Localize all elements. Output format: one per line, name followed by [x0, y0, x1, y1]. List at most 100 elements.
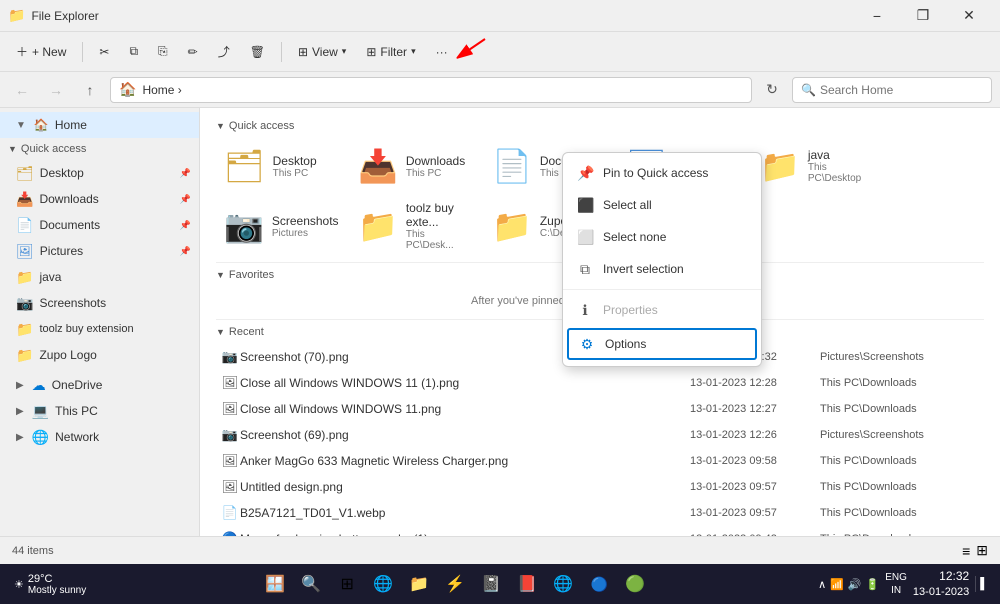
- filter-button[interactable]: ⊞ Filter ▾: [358, 37, 423, 67]
- language-indicator: ENG IN: [885, 571, 907, 597]
- sidebar-item-documents[interactable]: 📄 Documents 📌: [0, 212, 199, 238]
- weather-temp: 29°C: [28, 573, 86, 585]
- chevron-up-icon[interactable]: ∧: [818, 578, 826, 591]
- items-count: 44 items: [12, 545, 54, 557]
- pin-icon: 📌: [180, 246, 191, 257]
- sidebar-item-toolz[interactable]: 📁 toolz buy extension: [0, 316, 199, 342]
- list-item[interactable]: 📄 B25A7121_TD01_V1.webp 13-01-2023 09:57…: [216, 500, 984, 526]
- taskbar-right: ∧ 📶 🔊 🔋 ENG IN 12:32 13-01-2023 ▌: [818, 568, 992, 600]
- menu-label: Select all: [603, 198, 652, 212]
- view-grid-button[interactable]: ⊞: [976, 542, 988, 559]
- tile-desktop[interactable]: 🗂 Desktop This PC: [216, 138, 346, 194]
- taskbar: ☀ 29°C Mostly sunny 🪟 🔍 ⊞ 🌐 📁 ⚡ 📓 📕 🌐 🔵 …: [0, 564, 1000, 604]
- tile-icon: 📄: [492, 147, 532, 185]
- list-item[interactable]: 🔵 Magsafe charging battery packs (1).png…: [216, 526, 984, 536]
- sidebar-item-desktop[interactable]: 🗂 Desktop 📌: [0, 160, 199, 186]
- list-item[interactable]: 🖼 Anker MagGo 633 Magnetic Wireless Char…: [216, 448, 984, 474]
- folder-icon: 📁: [16, 347, 33, 364]
- item-label: toolz buy extension: [39, 323, 133, 335]
- tile-icon: 📷: [224, 207, 264, 245]
- up-button[interactable]: ↑: [76, 76, 104, 104]
- menu-item-options[interactable]: ⚙Options: [567, 328, 757, 360]
- weather-desc: Mostly sunny: [28, 585, 86, 596]
- minimize-button[interactable]: −: [854, 0, 900, 32]
- tile-name: java: [808, 148, 874, 162]
- sidebar-home-label: Home: [55, 118, 87, 132]
- menu-divider: [563, 289, 761, 290]
- search-button[interactable]: 🔍: [296, 569, 326, 599]
- filter-chevron: ▾: [411, 46, 416, 57]
- rename-button[interactable]: ✏: [180, 37, 206, 67]
- file-date: 13-01-2023 09:57: [690, 481, 820, 493]
- forward-button[interactable]: →: [42, 76, 70, 104]
- pin-icon: 📌: [180, 194, 191, 205]
- address-text: Home ›: [142, 83, 181, 97]
- list-item[interactable]: 🖼 Untitled design.png 13-01-2023 09:57 T…: [216, 474, 984, 500]
- menu-item-pin[interactable]: 📌Pin to Quick access: [563, 157, 761, 189]
- folder-icon: 📷: [16, 295, 33, 312]
- menu-item-invert[interactable]: ⧉Invert selection: [563, 253, 761, 285]
- sidebar-item-onedrive[interactable]: ▶ ☁ OneDrive: [0, 372, 199, 398]
- view-button[interactable]: ⊞ View ▾: [290, 37, 354, 67]
- notion-icon[interactable]: 📓: [476, 569, 506, 599]
- search-icon: 🔍: [801, 83, 816, 97]
- sidebar-item-downloads[interactable]: 📥 Downloads 📌: [0, 186, 199, 212]
- menu-label: Invert selection: [603, 262, 684, 276]
- item-label: Zupo Logo: [39, 348, 96, 362]
- menu-label: Select none: [603, 230, 666, 244]
- sidebar-item-zupo[interactable]: 📁 Zupo Logo: [0, 342, 199, 368]
- weather-widget[interactable]: ☀ 29°C Mostly sunny: [8, 573, 92, 596]
- menu-icon: ℹ: [577, 302, 593, 319]
- list-item[interactable]: 📷 Screenshot (69).png 13-01-2023 12:26 P…: [216, 422, 984, 448]
- view-chevron: ▾: [342, 46, 347, 57]
- maximize-button[interactable]: ❐: [900, 0, 946, 32]
- address-path[interactable]: 🏠 Home ›: [110, 77, 752, 103]
- tile-icon: 📁: [358, 207, 398, 245]
- sidebar-item-pictures[interactable]: 🖼 Pictures 📌: [0, 238, 199, 264]
- sidebar-item-java[interactable]: 📁 java: [0, 264, 199, 290]
- bolt-icon[interactable]: ⚡: [440, 569, 470, 599]
- copy-button[interactable]: ⧉: [121, 37, 146, 67]
- menu-icon: ⬜: [577, 229, 593, 246]
- browser-icon[interactable]: 🌐: [368, 569, 398, 599]
- search-input[interactable]: [820, 83, 983, 97]
- menu-label: Properties: [603, 303, 658, 317]
- search-box[interactable]: 🔍: [792, 77, 992, 103]
- back-button[interactable]: ←: [8, 76, 36, 104]
- file-location: This PC\Downloads: [820, 533, 980, 536]
- list-item[interactable]: 🖼 Close all Windows WINDOWS 11 (1).png 1…: [216, 370, 984, 396]
- task-view-button[interactable]: ⊞: [332, 569, 362, 599]
- file-icon: 📷: [220, 427, 240, 443]
- paste-button[interactable]: ⎘: [150, 37, 176, 67]
- show-desktop-button[interactable]: ▌: [975, 576, 992, 592]
- tile-downloads[interactable]: 📥 Downloads This PC: [350, 138, 480, 194]
- menu-label: Options: [605, 337, 646, 351]
- explorer-icon[interactable]: 📁: [404, 569, 434, 599]
- battery-icon: 🔋: [866, 578, 880, 591]
- new-button[interactable]: ＋ + New: [8, 37, 74, 67]
- menu-item-select_all[interactable]: ⬛Select all: [563, 189, 761, 221]
- start-button[interactable]: 🪟: [260, 569, 290, 599]
- item-label: Downloads: [39, 192, 98, 206]
- delete-button[interactable]: 🗑: [242, 37, 273, 67]
- refresh-button[interactable]: ↻: [758, 76, 786, 104]
- share-button[interactable]: ⤴: [210, 37, 238, 67]
- tile-screenshots[interactable]: 📷 Screenshots Pictures: [216, 198, 346, 254]
- list-item[interactable]: 🖼 Close all Windows WINDOWS 11.png 13-01…: [216, 396, 984, 422]
- tile-java[interactable]: 📁 java This PC\Desktop: [752, 138, 882, 194]
- app-icon-3[interactable]: 🔵: [584, 569, 614, 599]
- app-icon-4[interactable]: 🟢: [620, 569, 650, 599]
- sidebar-item-screenshots[interactable]: 📷 Screenshots: [0, 290, 199, 316]
- cut-button[interactable]: ✂: [91, 37, 117, 67]
- app-icon-1[interactable]: 📕: [512, 569, 542, 599]
- folder-icon: 📥: [16, 191, 33, 208]
- sidebar-item-home[interactable]: ▼ 🏠 Home: [0, 112, 199, 138]
- file-icon: 🖼: [220, 375, 240, 391]
- view-list-button[interactable]: ≡: [962, 542, 970, 559]
- tile-toolz[interactable]: 📁 toolz buy exte... This PC\Desk...: [350, 198, 480, 254]
- sidebar-item-thispc[interactable]: ▶ 💻 This PC: [0, 398, 199, 424]
- menu-item-select_none[interactable]: ⬜ Select none: [563, 221, 761, 253]
- app-icon-2[interactable]: 🌐: [548, 569, 578, 599]
- sidebar-item-network[interactable]: ▶ 🌐 Network: [0, 424, 199, 450]
- close-button[interactable]: ✕: [946, 0, 992, 32]
